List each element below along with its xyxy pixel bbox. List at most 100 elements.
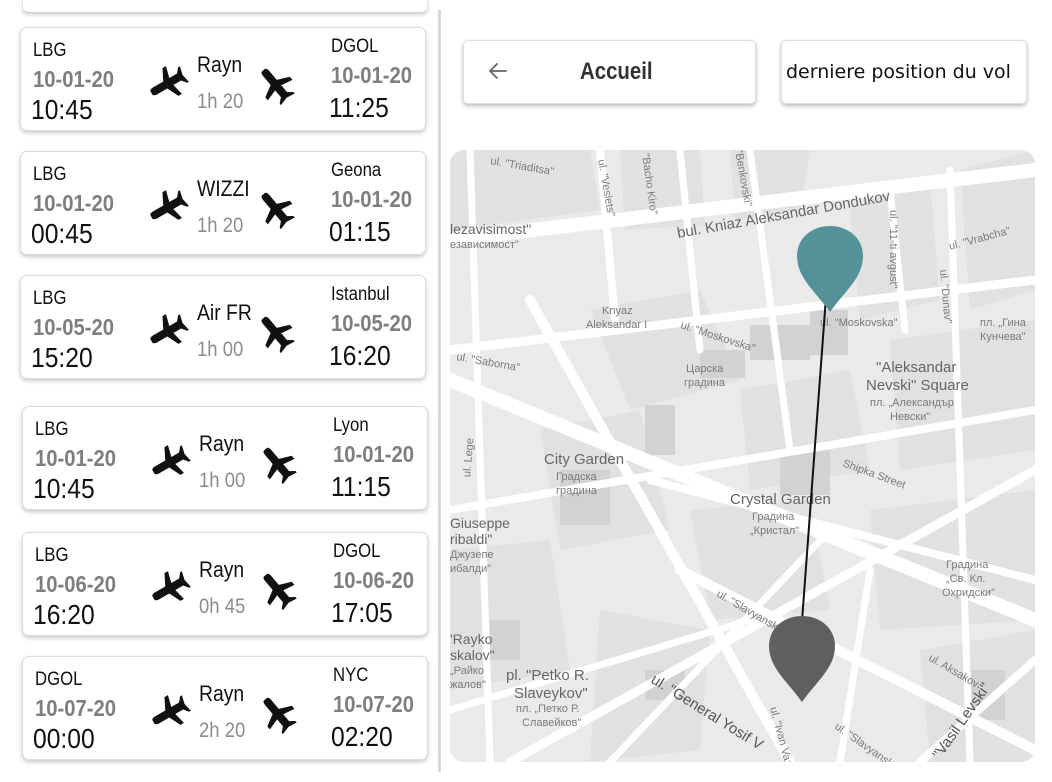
flight-duration: 2h 20 [199,719,246,742]
arrival-time: 17:05 [331,597,393,628]
flight-card-partial[interactable] [22,0,428,13]
map-label: градина [684,377,726,389]
flight-duration: 1h 20 [197,214,244,237]
map-label: Knyaz [602,305,633,317]
flight-list: LBG 10-01-20 10:45 Rayn 1h 20 DGOL 10-01-20 11:… [0,0,438,782]
flight-card[interactable]: LBG 10-06-20 16:20 Rayn 0h 45 DGOL 10-06-20 17:… [22,532,428,636]
airline-name: Air FR [197,300,252,325]
flight-card[interactable]: DGOL 10-07-20 00:00 Rayn 2h 20 NYC 10-07-20 02:… [22,656,428,760]
departure-date: 10-06-20 [35,571,117,597]
airplane-landing-icon [257,691,297,735]
map-view[interactable]: ul. "Triaditsa" ul. "Veslets" "Bacho Kir… [450,150,1035,762]
airplane-landing-icon [257,441,297,485]
airplane-takeoff-icon [145,186,189,230]
map-label: skalov" [450,647,495,663]
home-button-label: Accueil [580,58,653,85]
arrival-date: 10-01-20 [331,186,413,212]
arrival-date: 10-06-20 [333,567,415,593]
destination-airport: Lyon [333,415,369,436]
departure-time: 00:45 [31,218,93,249]
origin-airport: DGOL [35,669,83,690]
map-label: градина [556,485,598,497]
map-label: ul. "Moskovska" [820,317,898,329]
map-label: „Райко [450,665,484,677]
map-label: пл. „Петко Р. [516,703,579,715]
departure-date: 10-01-20 [33,190,115,216]
origin-airport: LBG [35,545,69,566]
destination-airport: Istanbul [331,284,390,305]
flight-detail-panel: Accueil derniere position du vol ul. "Tr… [441,0,1052,782]
origin-airport: LBG [33,40,67,61]
departure-date: 10-01-20 [35,445,117,471]
map-label: 'Rayko [450,631,493,647]
departure-time: 16:20 [33,599,95,630]
map-label: пл. „Гина [980,317,1027,329]
map-canvas[interactable]: ul. "Triaditsa" ul. "Veslets" "Bacho Kir… [450,150,1035,762]
airplane-takeoff-icon [147,691,191,735]
map-label: Aleksandar I [586,319,647,331]
map-label: pl. "Petko R. [506,667,589,684]
departure-date: 10-01-20 [33,66,115,92]
map-label: езависимост" [450,239,519,251]
map-label: Nevski" Square [866,377,969,394]
arrival-time: 11:15 [331,471,391,502]
origin-airport: LBG [35,419,69,440]
departure-time: 00:00 [33,723,95,754]
flight-card[interactable]: LBG 10-01-20 10:45 Rayn 1h 20 DGOL 10-01-20 11:… [20,27,426,131]
arrival-time: 01:15 [329,216,391,247]
map-label: Градина [946,559,989,571]
arrival-time: 11:25 [329,92,389,123]
flight-duration: 0h 45 [199,595,246,618]
map-label: пл. „Александър [870,397,954,409]
home-button[interactable]: Accueil [463,40,756,104]
map-label: ribaldi" [450,531,492,547]
destination-airport: Geona [331,160,382,181]
map-label: „Св. Кл. [946,573,985,585]
flight-card[interactable]: LBG 10-01-20 00:45 WIZZI 1h 20 Geona 10-01-20 0… [20,151,426,255]
map-label: Crystal Garden [730,491,831,508]
airline-name: Rayn [199,557,245,582]
airplane-landing-icon [255,186,295,230]
airplane-takeoff-icon [145,310,189,354]
departure-time: 10:45 [31,94,93,125]
map-label: ul. "11-ti avgust" [887,210,899,289]
destination-airport: DGOL [333,541,381,562]
flight-duration: 1h 00 [197,338,244,361]
airline-name: Rayn [197,52,243,77]
flight-duration: 1h 20 [197,90,244,113]
map-label: Невски" [890,411,930,423]
arrival-date: 10-01-20 [331,62,413,88]
destination-airport: NYC [333,665,369,686]
flight-duration: 1h 00 [199,469,246,492]
map-label: Охридски" [942,587,995,599]
map-label: ибалди" [450,563,491,575]
airplane-takeoff-icon [147,441,191,485]
map-label: жалов" [450,679,486,691]
departure-time: 10:45 [33,473,95,504]
map-label: Джузепе [450,549,494,561]
airplane-landing-icon [255,62,295,106]
map-label: "Aleksandar [876,359,956,376]
airline-name: WIZZI [197,176,250,201]
arrival-time: 16:20 [329,340,391,371]
map-label: Slaveykov" [514,685,588,702]
airline-name: Rayn [199,681,245,706]
airplane-landing-icon [257,567,297,611]
arrival-date: 10-07-20 [333,691,415,717]
origin-airport: LBG [33,288,67,309]
last-position-button[interactable]: derniere position du vol [781,40,1027,104]
arrival-date: 10-05-20 [331,310,413,336]
flight-card[interactable]: LBG 10-01-20 10:45 Rayn 1h 00 Lyon 10-01-20 11:… [22,406,428,510]
map-label: Царска [686,363,724,375]
airplane-takeoff-icon [145,62,189,106]
arrow-left-icon [489,63,507,79]
airplane-takeoff-icon [147,567,191,611]
flight-card[interactable]: LBG 10-05-20 15:20 Air FR 1h 00 Istanbul 10-05… [20,275,426,379]
map-label: Славейков" [522,717,581,729]
map-label: City Garden [544,451,624,468]
airplane-landing-icon [255,310,295,354]
arrival-time: 02:20 [331,721,393,752]
departure-date: 10-05-20 [33,314,115,340]
map-label: Giuseppe [450,515,510,531]
map-label: Градина [752,511,795,523]
